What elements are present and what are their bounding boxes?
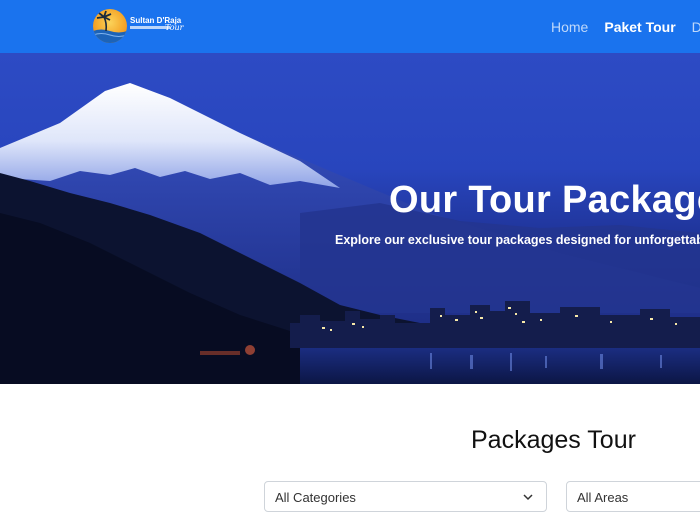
navbar: Sultan D'Raja Tour Home Paket Tour Dest [0,0,700,53]
logo-script-text: Tour [165,23,184,32]
nav-links: Home Paket Tour Dest [551,0,700,53]
nav-link-paket-tour[interactable]: Paket Tour [604,19,675,35]
nav-link-destinations[interactable]: Dest [692,19,700,35]
category-select-value: All Categories [275,490,356,505]
category-select[interactable]: All Categories [264,481,547,512]
hero-subtitle: Explore our exclusive tour packages desi… [335,233,700,247]
logo-sunset-icon [93,9,127,43]
brand-logo[interactable]: Sultan D'Raja Tour [93,9,185,43]
nav-link-home[interactable]: Home [551,19,588,35]
area-select-value: All Areas [577,490,629,505]
packages-title: Packages Tour [471,426,636,454]
hero-title: Our Tour Packages [389,179,700,221]
chevron-down-icon [523,494,533,501]
logo-divider [130,26,170,29]
area-select[interactable]: All Areas [566,481,700,512]
hero-banner: Our Tour Packages Explore our exclusive … [0,53,700,384]
